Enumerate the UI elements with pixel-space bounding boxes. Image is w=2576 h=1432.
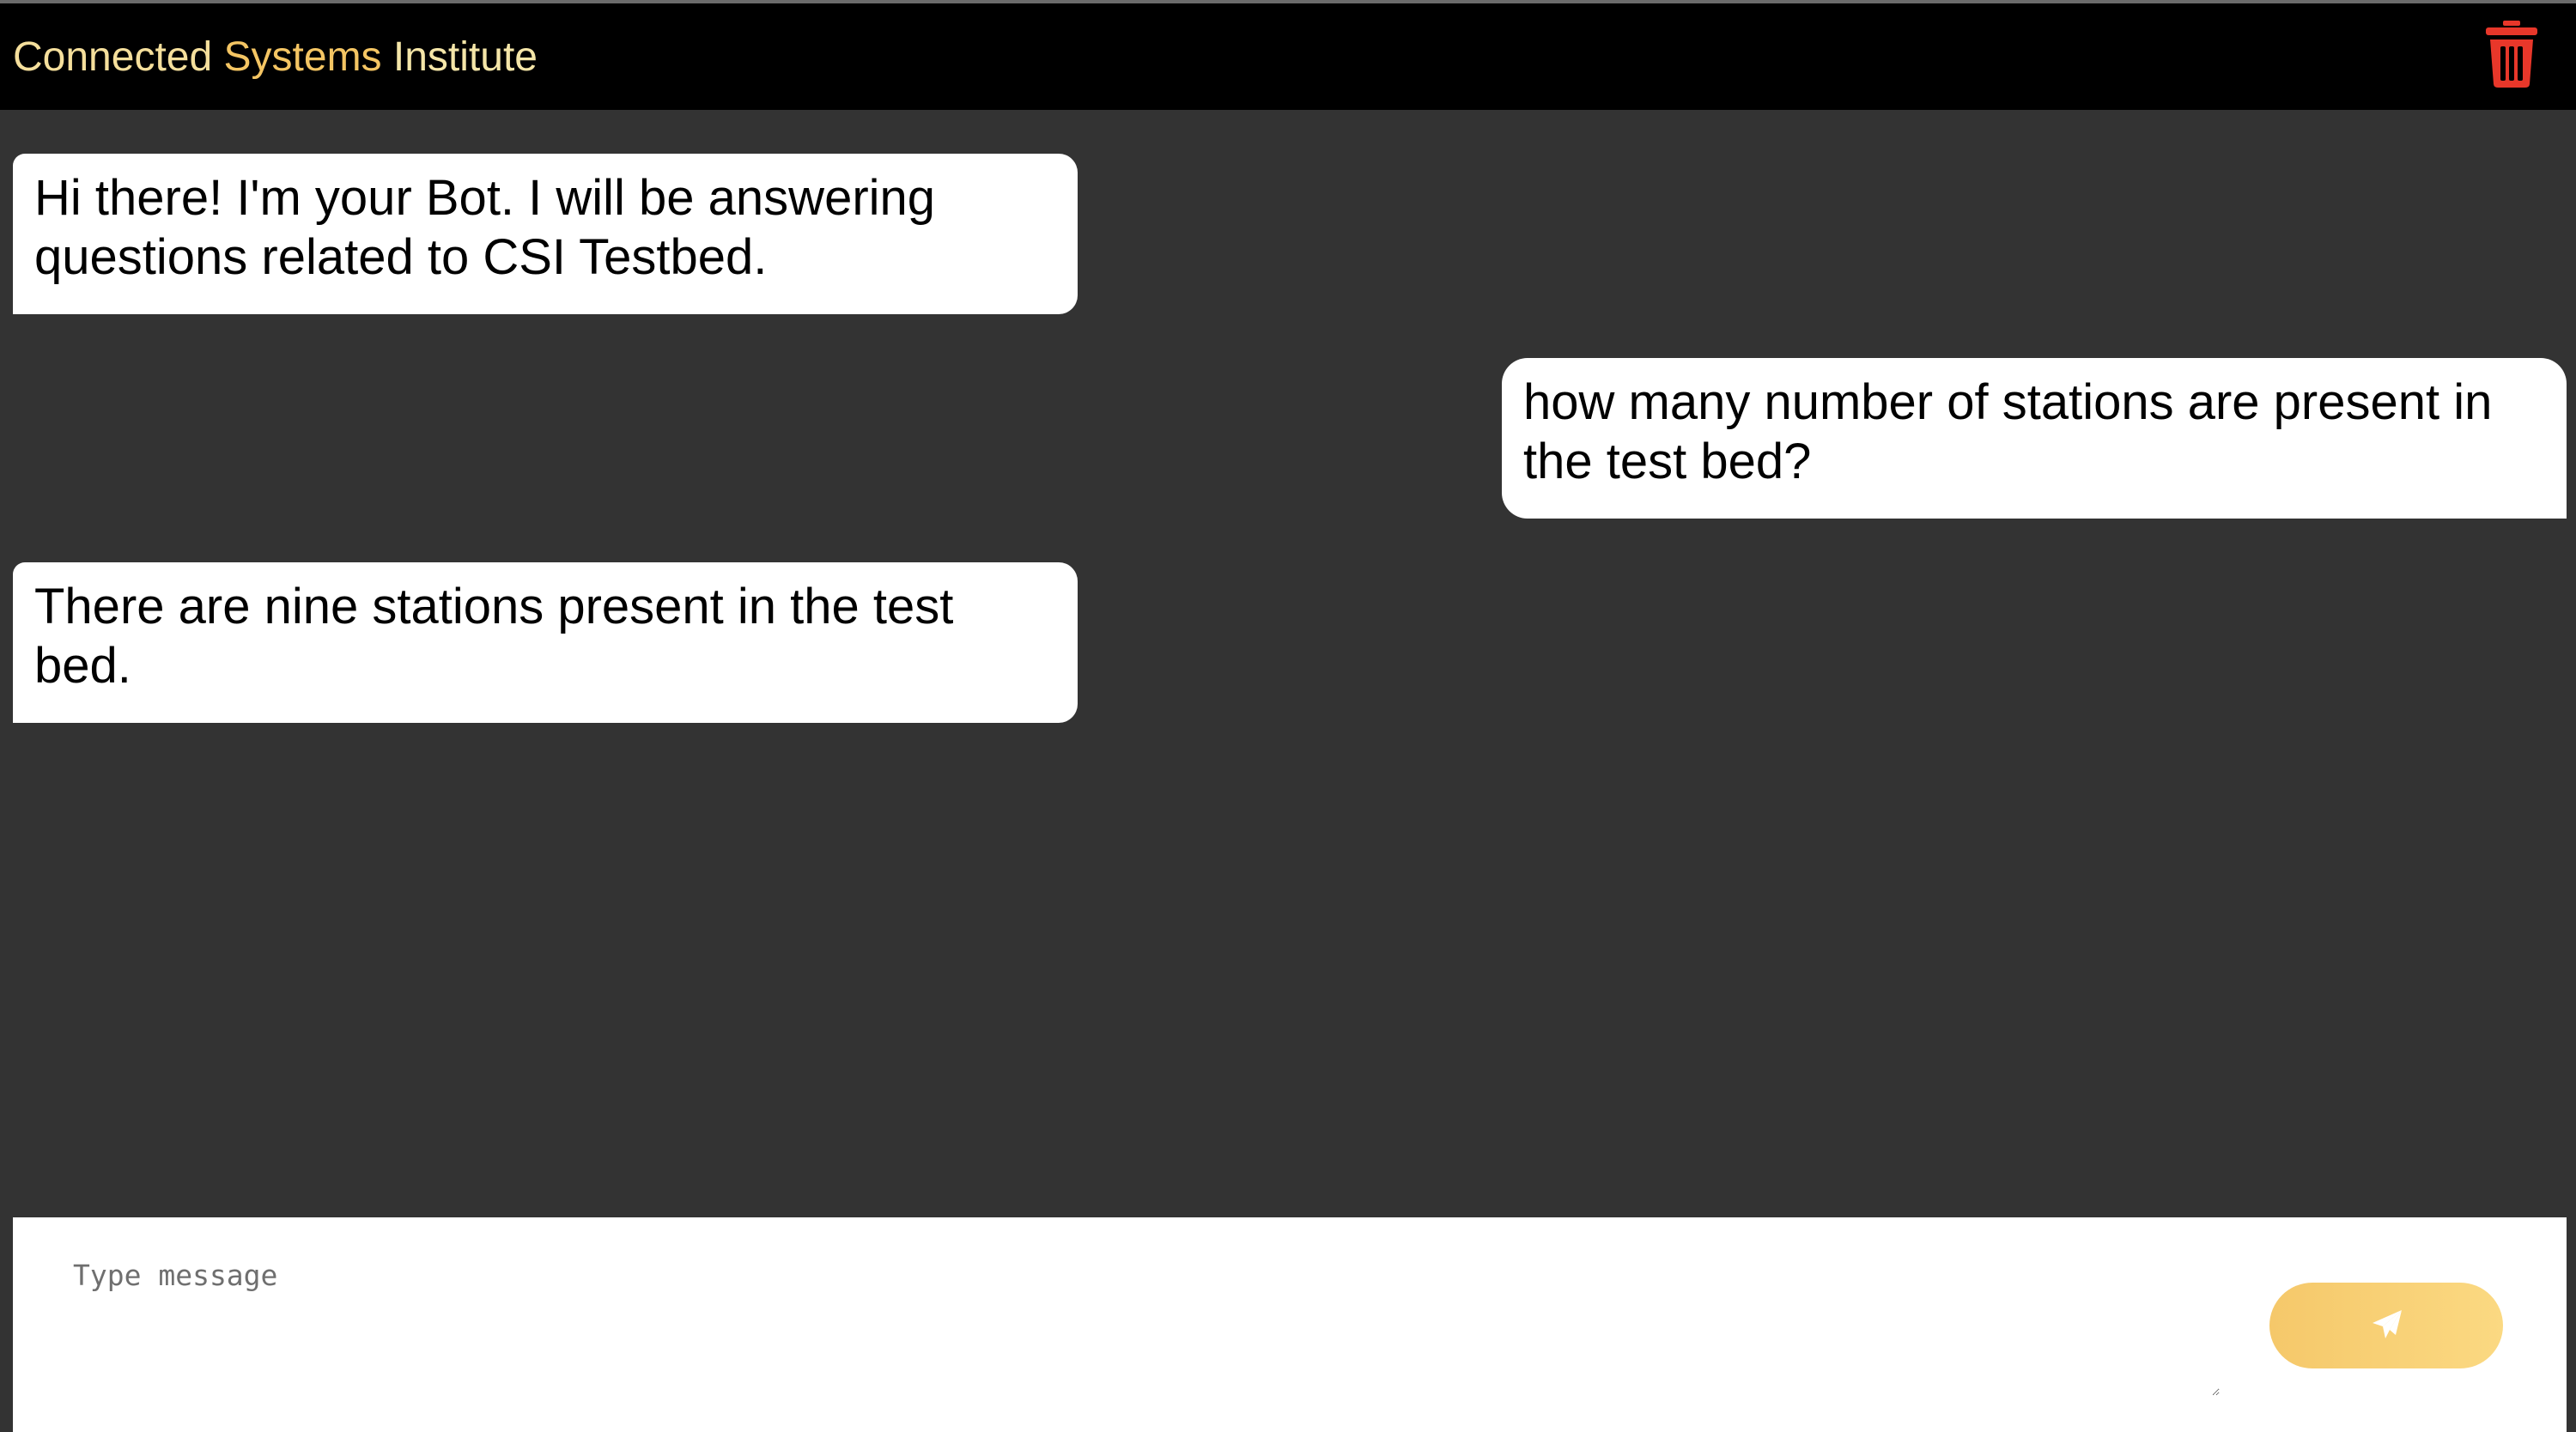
- paper-plane-icon: [2372, 1310, 2402, 1338]
- bot-message: Hi there! I'm your Bot. I will be answer…: [13, 154, 1078, 314]
- bot-message: There are nine stations present in the t…: [13, 562, 1078, 723]
- app-title-word-1: Connected: [13, 34, 213, 80]
- chat-history: Hi there! I'm your Bot. I will be answer…: [0, 110, 2576, 1217]
- app-header: Connected Systems Institute: [0, 3, 2576, 110]
- clear-chat-button[interactable]: [2484, 21, 2539, 88]
- user-message: how many number of stations are present …: [1502, 358, 2567, 519]
- app-title-word-2: Systems: [223, 34, 382, 80]
- message-composer: [13, 1217, 2567, 1432]
- trash-icon: [2486, 21, 2537, 88]
- app-title-word-3: Institute: [392, 34, 538, 80]
- app-title: Connected Systems Institute: [13, 33, 538, 82]
- message-input[interactable]: [73, 1259, 2220, 1396]
- send-button[interactable]: [2269, 1283, 2503, 1368]
